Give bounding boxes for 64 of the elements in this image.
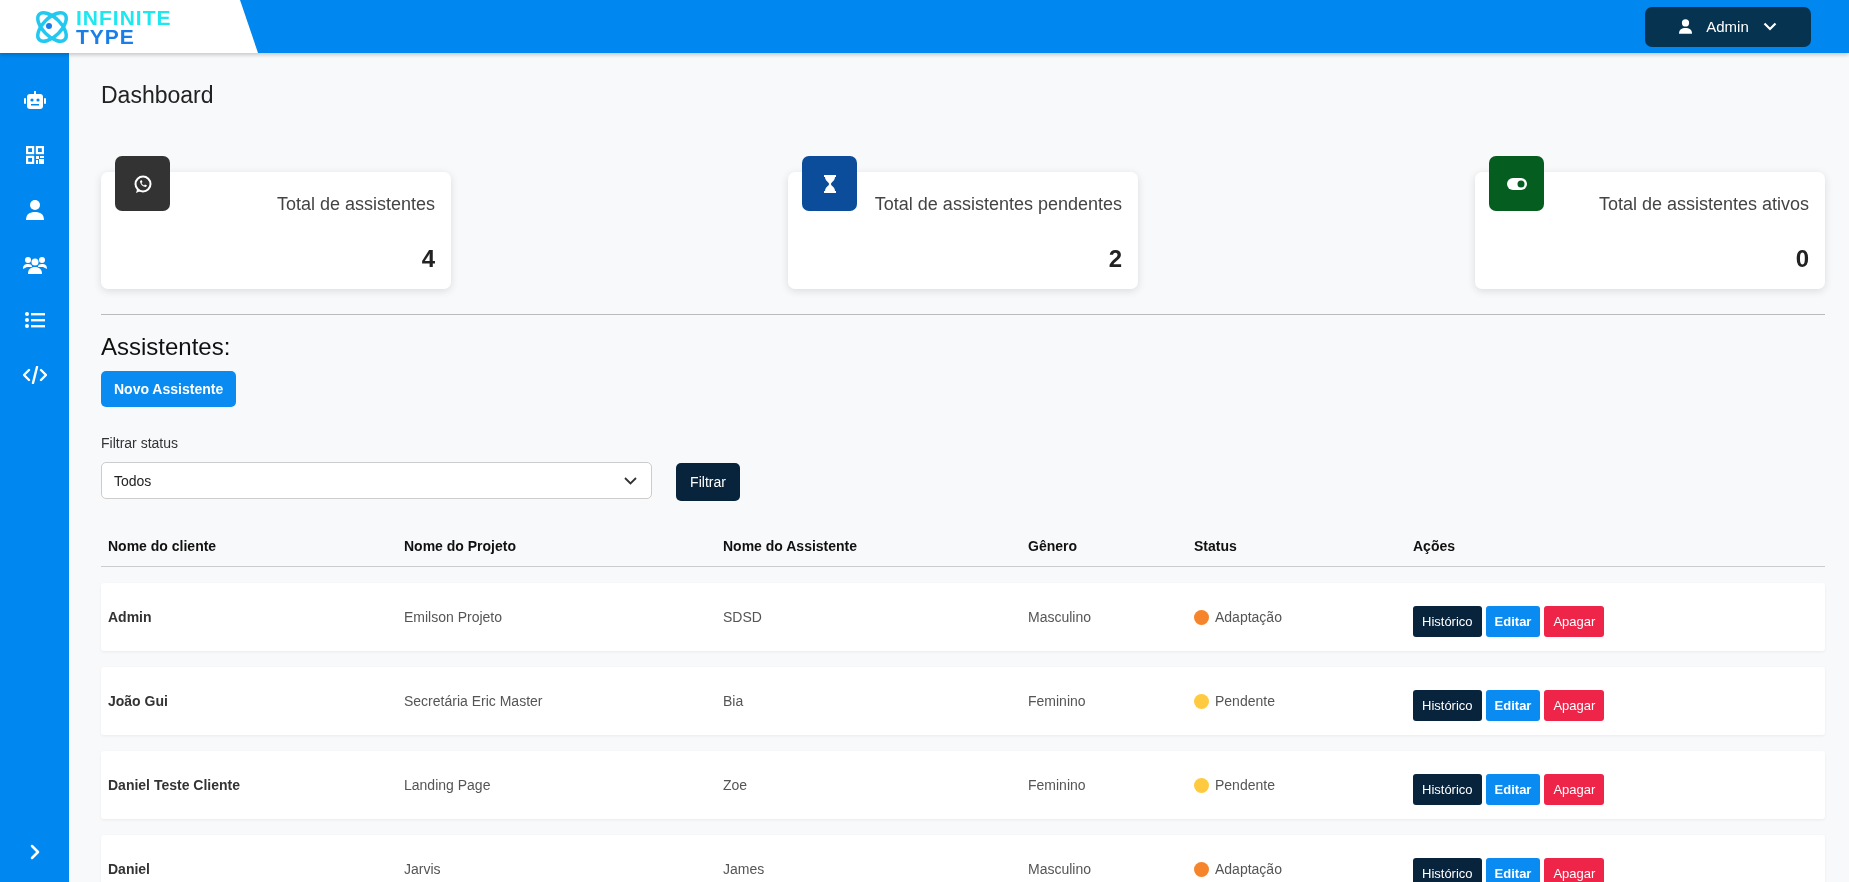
table-cell: James [723, 861, 765, 877]
column-header: Nome do Assistente [723, 537, 858, 554]
table-cell: Masculino [1028, 861, 1092, 877]
column-header: Gênero [1028, 537, 1077, 554]
status-text: Adaptação [1215, 609, 1282, 625]
user-menu-button[interactable]: Admin [1645, 6, 1811, 47]
history-button[interactable]: Histórico [1413, 689, 1482, 721]
status-text: Adaptação [1215, 861, 1282, 877]
edit-button[interactable]: Editar [1485, 773, 1541, 805]
edit-button[interactable]: Editar [1485, 857, 1541, 882]
card-value: 2 [1108, 245, 1122, 273]
history-button[interactable]: Histórico [1413, 605, 1482, 637]
table-cell: Jarvis [404, 861, 441, 877]
page-title: Dashboard [101, 80, 214, 110]
status-text: Pendente [1215, 693, 1275, 709]
card-value: 4 [421, 245, 435, 273]
table-cell: Feminino [1028, 777, 1086, 793]
status-text: Pendente [1215, 777, 1275, 793]
logo-text: TYPE [76, 26, 135, 46]
table-cell: Masculino [1028, 609, 1092, 625]
card-title: Total de assistentes ativos [1598, 194, 1809, 215]
section-title: Assistentes: [101, 333, 231, 361]
table-cell: Zoe [723, 777, 748, 793]
card-value: 0 [1795, 245, 1809, 273]
chevron-down-icon [1762, 22, 1777, 31]
chevron-down-icon [624, 476, 637, 485]
filter-button[interactable]: Filtrar [676, 463, 740, 501]
chat-bubble-icon [132, 173, 153, 194]
table-cell: Landing Page [404, 777, 491, 793]
chevron-right-icon[interactable] [29, 844, 40, 860]
user-icon [1679, 19, 1693, 34]
table-cell: Secretária Eric Master [404, 693, 543, 709]
delete-button[interactable]: Apagar [1544, 605, 1605, 637]
table-cell: Feminino [1028, 693, 1086, 709]
table-cell: Admin [108, 609, 152, 625]
list-icon[interactable] [24, 311, 45, 328]
card-title: Total de assistentes pendentes [874, 194, 1122, 215]
users-icon[interactable] [22, 255, 47, 274]
table-cell: João Gui [108, 693, 168, 709]
table-cell: SDSD [723, 609, 762, 625]
code-icon[interactable] [22, 365, 47, 384]
column-header: Ações [1413, 537, 1456, 554]
logo-text: INFINITE [76, 7, 172, 27]
robot-icon[interactable] [23, 90, 46, 109]
filter-label: Filtrar status [101, 435, 178, 451]
card-title: Total de assistentes [276, 194, 435, 215]
column-header: Nome do cliente [108, 537, 217, 554]
status-select[interactable]: Todos [101, 462, 652, 499]
table-cell: Bia [723, 693, 744, 709]
qr-code-icon[interactable] [25, 145, 44, 164]
new-assistant-button[interactable]: Novo Assistente [101, 371, 237, 407]
delete-button[interactable]: Apagar [1544, 689, 1605, 721]
history-button[interactable]: Histórico [1413, 857, 1482, 882]
column-header: Nome do Projeto [404, 537, 516, 554]
delete-button[interactable]: Apagar [1544, 773, 1605, 805]
column-header: Status [1194, 537, 1237, 554]
delete-button[interactable]: Apagar [1544, 857, 1605, 882]
user-icon[interactable] [25, 199, 44, 220]
edit-button[interactable]: Editar [1485, 605, 1541, 637]
history-button[interactable]: Histórico [1413, 773, 1482, 805]
edit-button[interactable]: Editar [1485, 689, 1541, 721]
table-cell: Daniel [108, 861, 150, 877]
table-cell: Daniel Teste Cliente [108, 777, 240, 793]
table-cell: Emilson Projeto [404, 609, 503, 625]
